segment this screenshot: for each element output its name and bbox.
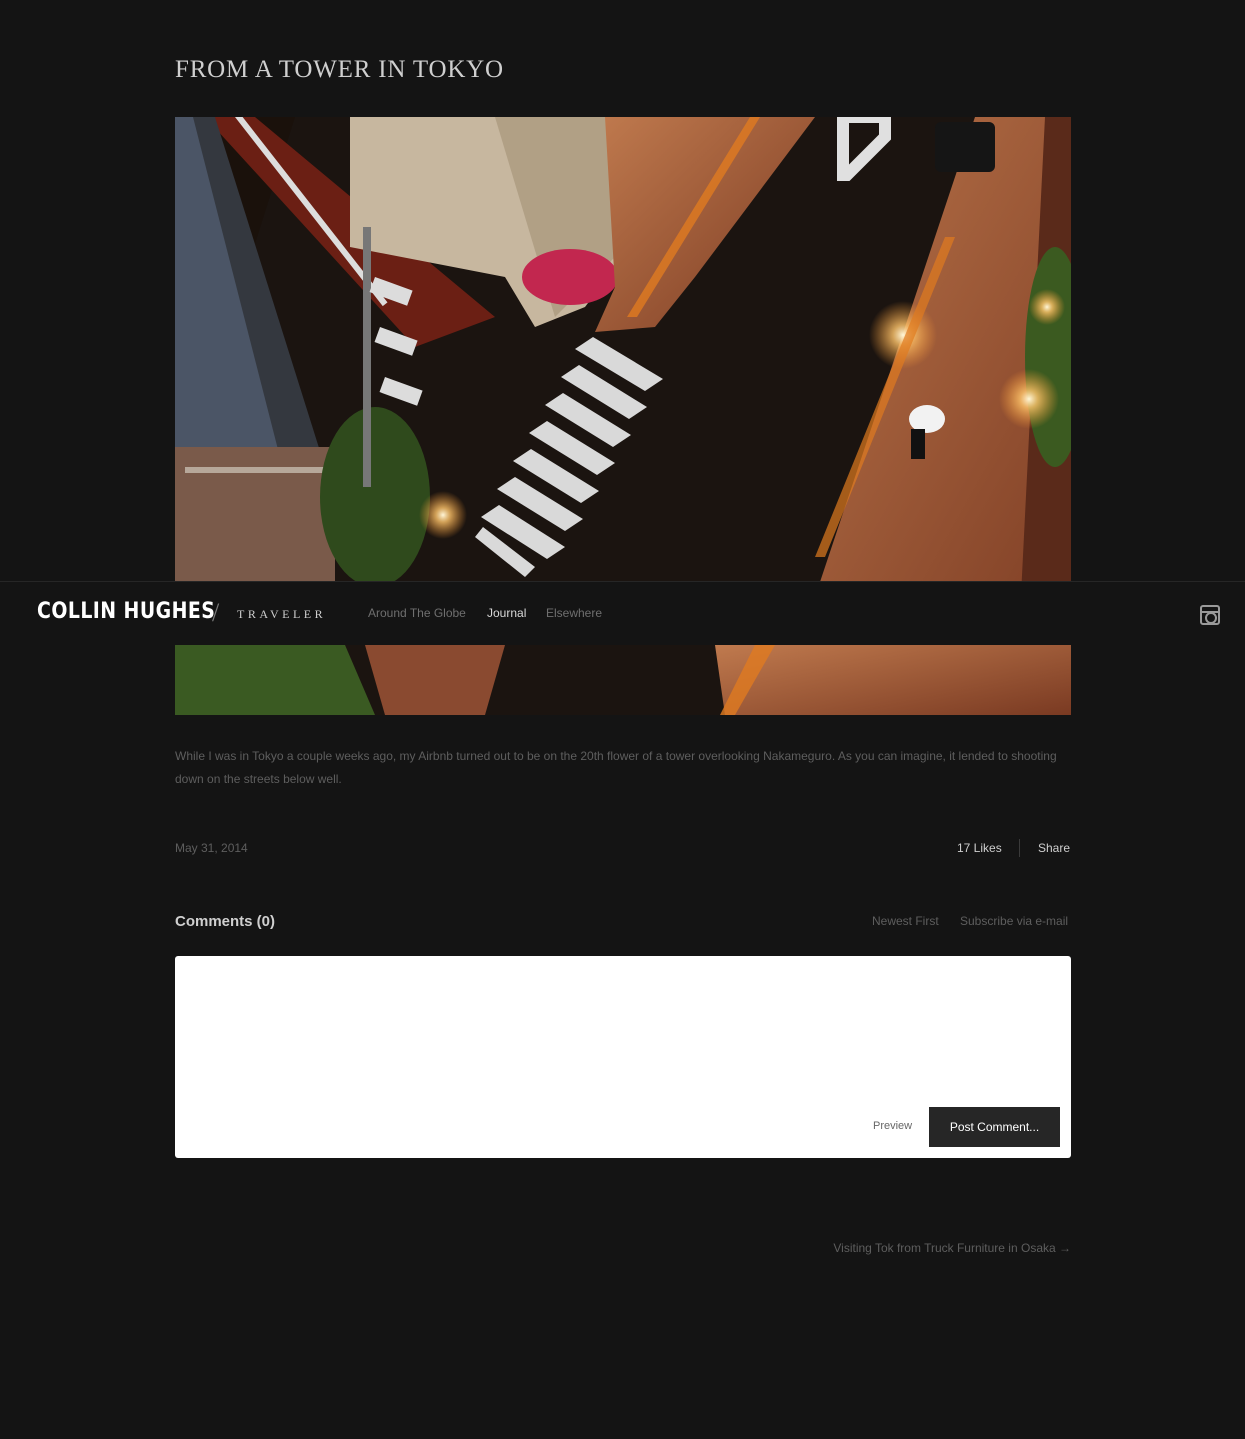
likes-button[interactable]: 17 Likes: [957, 841, 1002, 855]
post-comment-button[interactable]: Post Comment...: [929, 1107, 1060, 1147]
comments-heading: Comments (0): [175, 913, 276, 930]
nav-link-journal[interactable]: Journal: [487, 606, 526, 620]
instagram-icon[interactable]: [1200, 605, 1220, 625]
site-logo[interactable]: COLLIN HUGHES: [37, 599, 215, 624]
preview-link[interactable]: Preview: [873, 1120, 912, 1132]
sort-newest-first-link[interactable]: Newest First: [872, 914, 939, 928]
site-navbar: COLLIN HUGHES / TRAVELER Around The Glob…: [0, 581, 1245, 645]
site-tagline: TRAVELER: [237, 607, 327, 621]
comment-input[interactable]: [175, 956, 1071, 1096]
next-post-link[interactable]: Visiting Tok from Truck Furniture in Osa…: [833, 1241, 1071, 1255]
meta-divider: [1019, 839, 1020, 857]
nav-link-elsewhere[interactable]: Elsewhere: [546, 606, 602, 620]
page: FROM A TOWER IN TOKYO COLLIN HUGHES / TR…: [0, 0, 1245, 1439]
brand-separator: /: [212, 598, 220, 627]
share-button[interactable]: Share: [1038, 841, 1070, 855]
post-body: While I was in Tokyo a couple weeks ago,…: [175, 749, 1057, 786]
nav-link-around-the-globe[interactable]: Around The Globe: [368, 606, 466, 620]
comment-form: Preview Post Comment...: [175, 956, 1071, 1158]
post-date: May 31, 2014: [175, 841, 248, 855]
post-title: FROM A TOWER IN TOKYO: [175, 56, 504, 83]
subscribe-email-link[interactable]: Subscribe via e-mail: [960, 914, 1068, 928]
